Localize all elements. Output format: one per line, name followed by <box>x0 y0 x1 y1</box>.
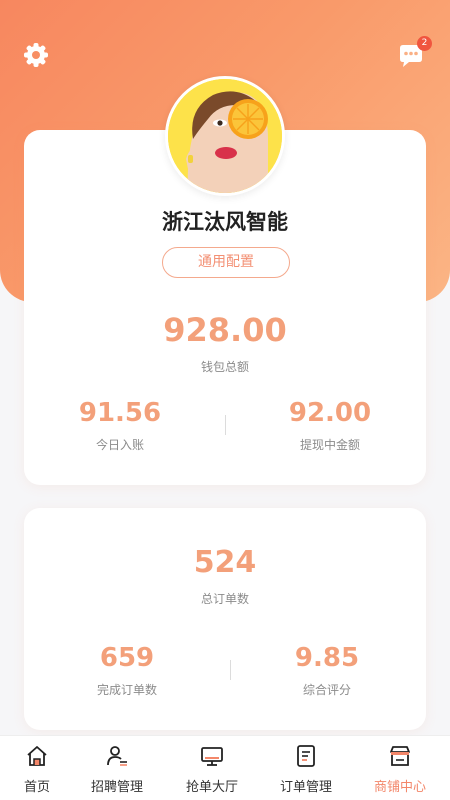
avatar[interactable] <box>165 76 285 196</box>
total-orders-value: 524 <box>193 545 257 580</box>
tab-order-hall-label: 抢单大厅 <box>185 780 238 795</box>
completed-orders-label: 完成订单数 <box>96 683 157 697</box>
tab-home[interactable]: 首页 <box>0 736 82 800</box>
total-orders-label: 总订单数 <box>200 592 249 606</box>
bottom-tab-bar: 首页 招聘管理 抢单大厅 订单管理 商铺中心 <box>0 735 450 800</box>
message-count-badge: 2 <box>417 36 432 51</box>
monitor-icon <box>201 747 223 766</box>
wallet-divider <box>225 415 226 435</box>
wallet-total-label: 钱包总额 <box>200 360 249 374</box>
store-icon <box>390 746 410 766</box>
withdrawing-amount-label: 提现中金额 <box>299 438 360 452</box>
tab-recruitment-label: 招聘管理 <box>90 780 143 795</box>
tab-order-management[interactable]: 订单管理 <box>261 736 351 800</box>
message-button[interactable]: 2 <box>396 36 432 70</box>
shop-name: 浙江汰风智能 <box>162 210 288 234</box>
gear-icon <box>24 43 48 67</box>
home-icon <box>27 746 47 766</box>
tab-recruitment[interactable]: 招聘管理 <box>72 736 162 800</box>
recruit-icon <box>107 746 127 766</box>
tab-order-management-label: 订单管理 <box>279 780 332 795</box>
tab-store-center-label: 商铺中心 <box>373 780 426 795</box>
withdrawing-amount-value: 92.00 <box>288 398 372 428</box>
overall-rating-label: 综合评分 <box>302 683 351 697</box>
avatar-image <box>168 79 282 193</box>
completed-orders-value: 659 <box>99 643 155 673</box>
general-config-button[interactable]: 通用配置 <box>162 247 290 278</box>
document-icon <box>297 745 315 767</box>
today-income-label: 今日入账 <box>95 438 144 452</box>
tab-home-label: 首页 <box>23 780 50 795</box>
orders-divider <box>230 660 231 680</box>
overall-rating-value: 9.85 <box>294 643 360 673</box>
today-income-value: 91.56 <box>78 398 162 428</box>
tab-store-center[interactable]: 商铺中心 <box>355 736 445 800</box>
wallet-total-value: 928.00 <box>163 311 287 349</box>
tab-order-hall[interactable]: 抢单大厅 <box>167 736 257 800</box>
settings-button[interactable] <box>21 40 51 70</box>
